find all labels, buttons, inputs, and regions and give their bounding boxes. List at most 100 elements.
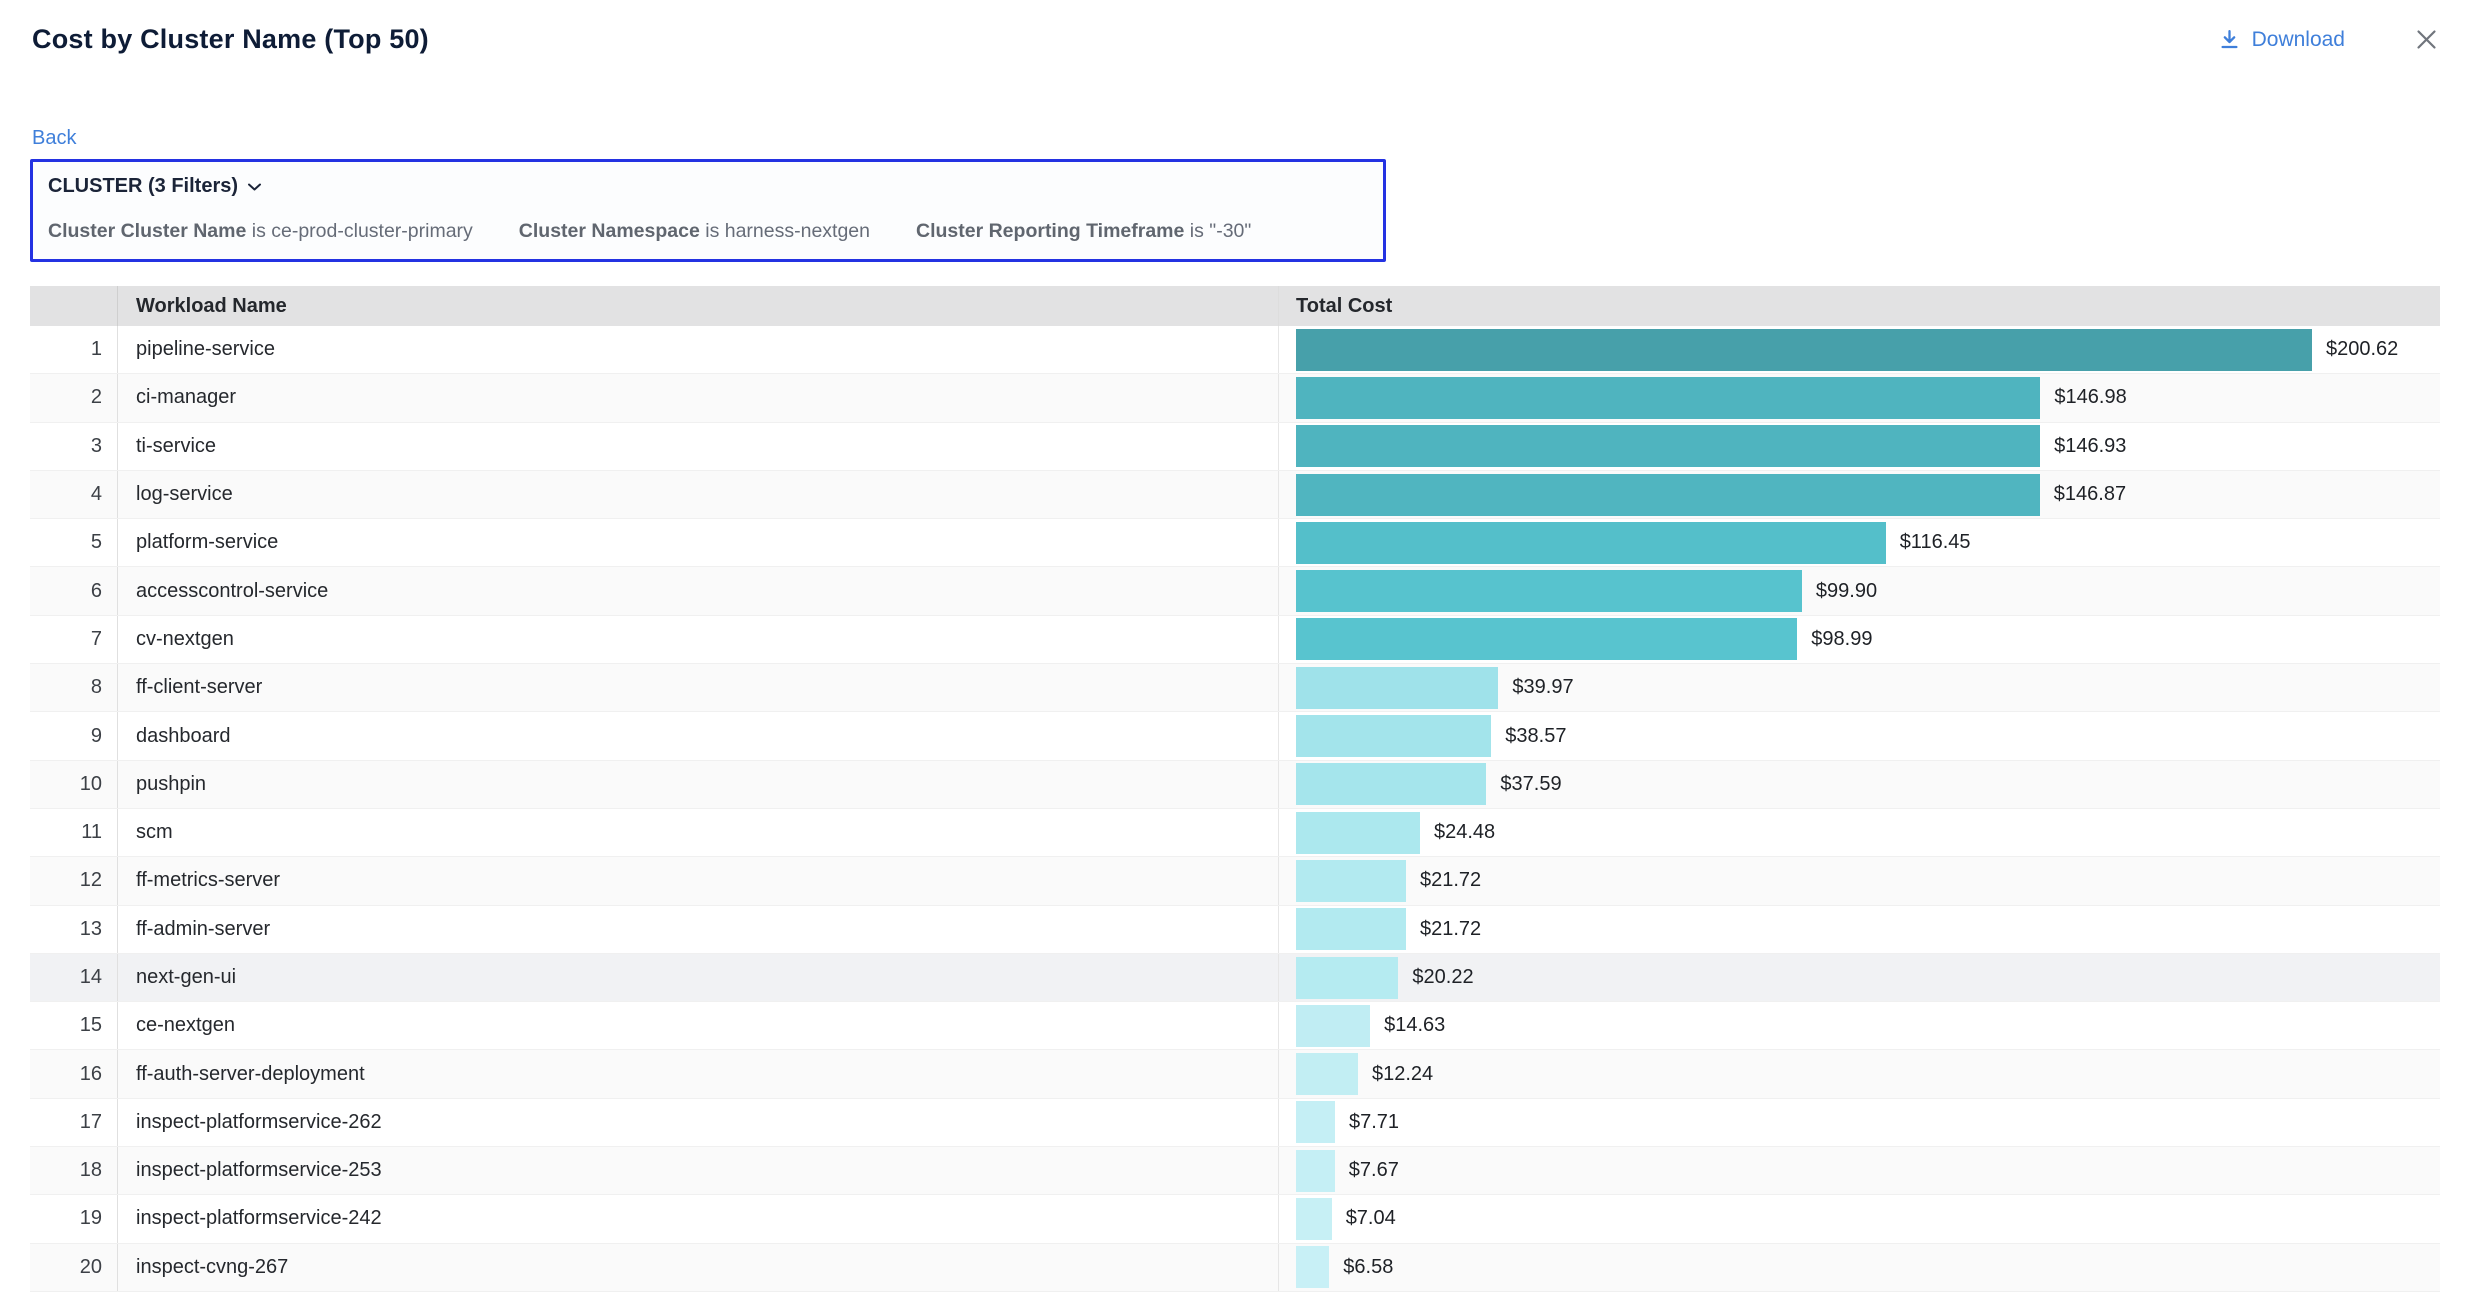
- cost-value: $39.97: [1512, 676, 1573, 699]
- row-rank: 2: [30, 374, 118, 421]
- workload-name: ff-admin-server: [118, 906, 1279, 953]
- row-rank: 12: [30, 857, 118, 904]
- cost-bar: [1296, 1198, 1332, 1240]
- cost-value: $37.59: [1500, 773, 1561, 796]
- table-row: 14 next-gen-ui $20.22: [30, 954, 2440, 1002]
- header-actions: Download: [2218, 26, 2440, 53]
- table-row: 5 platform-service $116.45: [30, 519, 2440, 567]
- cost-bar: [1296, 474, 2040, 516]
- table-row: 12 ff-metrics-server $21.72: [30, 857, 2440, 905]
- workload-name: inspect-cvng-267: [118, 1244, 1279, 1291]
- workload-name: accesscontrol-service: [118, 567, 1279, 614]
- table-row: 8 ff-client-server $39.97: [30, 664, 2440, 712]
- filter-operator: is: [1190, 220, 1210, 242]
- workload-name: platform-service: [118, 519, 1279, 566]
- table-row: 3 ti-service $146.93: [30, 423, 2440, 471]
- row-rank: 5: [30, 519, 118, 566]
- workload-name: inspect-platformservice-242: [118, 1195, 1279, 1242]
- row-rank: 10: [30, 761, 118, 808]
- cost-bar: [1296, 957, 1398, 999]
- total-cost-cell: $12.24: [1279, 1050, 2440, 1097]
- workload-name: pipeline-service: [118, 326, 1279, 373]
- workload-name: ff-auth-server-deployment: [118, 1050, 1279, 1097]
- panel-header: Cost by Cluster Name (Top 50) Download: [0, 0, 2470, 55]
- cost-bar: [1296, 1005, 1370, 1047]
- filter-group-label: CLUSTER (3 Filters): [48, 175, 238, 198]
- cost-value: $7.67: [1349, 1159, 1399, 1182]
- row-rank: 16: [30, 1050, 118, 1097]
- table-row: 9 dashboard $38.57: [30, 712, 2440, 760]
- table-row: 20 inspect-cvng-267 $6.58: [30, 1244, 2440, 1292]
- cost-bar: [1296, 329, 2312, 371]
- workload-name-column-header: Workload Name: [118, 286, 1279, 326]
- filter-group-toggle[interactable]: CLUSTER (3 Filters): [48, 175, 262, 198]
- row-rank: 3: [30, 423, 118, 470]
- table-row: 13 ff-admin-server $21.72: [30, 906, 2440, 954]
- total-cost-cell: $39.97: [1279, 664, 2440, 711]
- total-cost-cell: $7.67: [1279, 1147, 2440, 1194]
- total-cost-cell: $146.98: [1279, 374, 2440, 421]
- table-row: 19 inspect-platformservice-242 $7.04: [30, 1195, 2440, 1243]
- table-row: 15 ce-nextgen $14.63: [30, 1002, 2440, 1050]
- total-cost-cell: $200.62: [1279, 326, 2440, 373]
- workload-name: cv-nextgen: [118, 616, 1279, 663]
- table-row: 6 accesscontrol-service $99.90: [30, 567, 2440, 615]
- total-cost-cell: $99.90: [1279, 567, 2440, 614]
- total-cost-cell: $37.59: [1279, 761, 2440, 808]
- total-cost-cell: $20.22: [1279, 954, 2440, 1001]
- cost-value: $7.71: [1349, 1111, 1399, 1134]
- download-button[interactable]: Download: [2218, 28, 2345, 52]
- cost-value: $146.93: [2054, 435, 2126, 458]
- cost-bar: [1296, 908, 1406, 950]
- row-rank: 9: [30, 712, 118, 759]
- row-rank: 14: [30, 954, 118, 1001]
- table-row: 11 scm $24.48: [30, 809, 2440, 857]
- workload-name: scm: [118, 809, 1279, 856]
- cost-bar: [1296, 522, 1886, 564]
- table-row: 1 pipeline-service $200.62: [30, 326, 2440, 374]
- cost-bar: [1296, 1150, 1335, 1192]
- cost-value: $12.24: [1372, 1063, 1433, 1086]
- workload-name: inspect-platformservice-262: [118, 1099, 1279, 1146]
- total-cost-cell: $146.93: [1279, 423, 2440, 470]
- close-button[interactable]: [2413, 26, 2440, 53]
- workload-name: ff-metrics-server: [118, 857, 1279, 904]
- table-body: 1 pipeline-service $200.62 2 ci-manager …: [30, 326, 2440, 1292]
- cost-bar: [1296, 1246, 1329, 1288]
- cost-bar: [1296, 812, 1420, 854]
- cost-bar: [1296, 715, 1491, 757]
- cost-bar: [1296, 1053, 1358, 1095]
- cost-value: $7.04: [1346, 1207, 1396, 1230]
- table-row: 7 cv-nextgen $98.99: [30, 616, 2440, 664]
- table-row: 17 inspect-platformservice-262 $7.71: [30, 1099, 2440, 1147]
- table-row: 10 pushpin $37.59: [30, 761, 2440, 809]
- cost-value: $98.99: [1811, 628, 1872, 651]
- rank-column-header: [30, 286, 118, 326]
- workload-name: ci-manager: [118, 374, 1279, 421]
- cost-bar: [1296, 618, 1797, 660]
- table-row: 2 ci-manager $146.98: [30, 374, 2440, 422]
- cost-bar: [1296, 377, 2040, 419]
- workload-name: inspect-platformservice-253: [118, 1147, 1279, 1194]
- filter-field: Cluster Cluster Name: [48, 220, 246, 242]
- applied-filter: Cluster Reporting Timeframe is "-30": [916, 220, 1251, 243]
- total-cost-cell: $7.04: [1279, 1195, 2440, 1242]
- total-cost-cell: $38.57: [1279, 712, 2440, 759]
- applied-filter: Cluster Cluster Name is ce-prod-cluster-…: [48, 220, 473, 243]
- total-cost-cell: $14.63: [1279, 1002, 2440, 1049]
- cost-value: $200.62: [2326, 338, 2398, 361]
- cost-value: $146.98: [2054, 386, 2126, 409]
- close-icon: [2413, 41, 2440, 56]
- cost-value: $146.87: [2054, 483, 2126, 506]
- back-link[interactable]: Back: [32, 127, 76, 150]
- total-cost-cell: $24.48: [1279, 809, 2440, 856]
- download-label: Download: [2252, 28, 2345, 52]
- applied-filter: Cluster Namespace is harness-nextgen: [519, 220, 870, 243]
- total-cost-cell: $98.99: [1279, 616, 2440, 663]
- row-rank: 18: [30, 1147, 118, 1194]
- cost-value: $24.48: [1434, 821, 1495, 844]
- row-rank: 15: [30, 1002, 118, 1049]
- cost-bar: [1296, 763, 1486, 805]
- cost-value: $20.22: [1412, 966, 1473, 989]
- total-cost-cell: $146.87: [1279, 471, 2440, 518]
